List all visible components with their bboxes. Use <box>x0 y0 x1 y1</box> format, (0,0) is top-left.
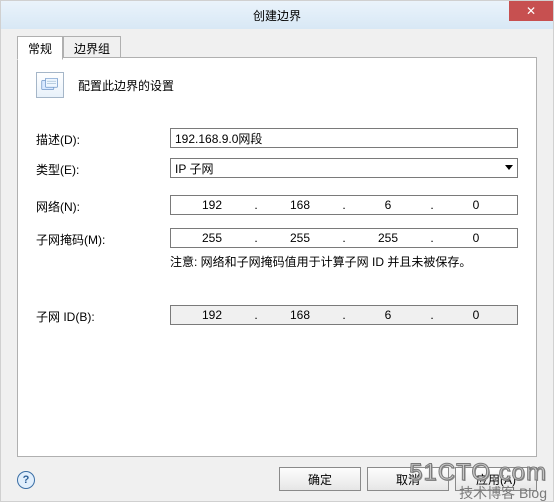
dialog-buttons: 确定 取消 应用(A) <box>273 467 537 491</box>
chevron-down-icon <box>505 165 513 170</box>
apply-button[interactable]: 应用(A) <box>455 467 537 491</box>
network-octet-1[interactable]: 192 <box>171 196 253 214</box>
close-button[interactable]: ✕ <box>509 1 553 21</box>
label-subnet-mask: 子网掩码(M): <box>36 231 105 248</box>
type-select[interactable]: IP 子网 <box>170 158 518 178</box>
label-type: 类型(E): <box>36 161 79 178</box>
tab-panel-general: 配置此边界的设置 描述(D): 192.168.9.0网段 类型(E): IP … <box>17 57 537 457</box>
network-octet-3[interactable]: 6 <box>347 196 429 214</box>
label-description: 描述(D): <box>36 131 80 148</box>
network-octet-2[interactable]: 168 <box>259 196 341 214</box>
close-icon: ✕ <box>526 4 536 18</box>
window: 创建边界 ✕ 常规 边界组 配置此边界的设置 <box>0 0 554 502</box>
panel-caption: 配置此边界的设置 <box>78 77 174 94</box>
type-value: IP 子网 <box>175 160 213 177</box>
cancel-button[interactable]: 取消 <box>367 467 449 491</box>
tab-general[interactable]: 常规 <box>17 36 63 60</box>
description-input[interactable]: 192.168.9.0网段 <box>170 128 518 148</box>
subnet-id-display: 192. 168. 6. 0 <box>170 305 518 325</box>
help-button[interactable]: ? <box>17 471 35 489</box>
label-network: 网络(N): <box>36 198 80 215</box>
mask-octet-1[interactable]: 255 <box>171 229 253 247</box>
network-input[interactable]: 192. 168. 6. 0 <box>170 195 518 215</box>
titlebar: 创建边界 ✕ <box>1 1 553 30</box>
ok-button[interactable]: 确定 <box>279 467 361 491</box>
network-octet-4[interactable]: 0 <box>435 196 517 214</box>
label-subnet-id: 子网 ID(B): <box>36 308 95 325</box>
window-title: 创建边界 <box>1 7 553 24</box>
help-icon: ? <box>23 474 30 486</box>
description-value: 192.168.9.0网段 <box>175 130 262 147</box>
client-area: 常规 边界组 配置此边界的设置 描述(D): 192.168.9 <box>1 29 553 501</box>
subnetid-octet-2: 168 <box>259 306 341 324</box>
boundary-icon <box>36 72 64 98</box>
mask-octet-2[interactable]: 255 <box>259 229 341 247</box>
mask-octet-4[interactable]: 0 <box>435 229 517 247</box>
subnetid-octet-3: 6 <box>347 306 429 324</box>
mask-octet-3[interactable]: 255 <box>347 229 429 247</box>
subnet-mask-input[interactable]: 255. 255. 255. 0 <box>170 228 518 248</box>
subnetid-octet-4: 0 <box>435 306 517 324</box>
panel-header: 配置此边界的设置 <box>36 72 174 98</box>
note-text: 注意: 网络和子网掩码值用于计算子网 ID 并且未被保存。 <box>170 253 518 270</box>
subnetid-octet-1: 192 <box>171 306 253 324</box>
